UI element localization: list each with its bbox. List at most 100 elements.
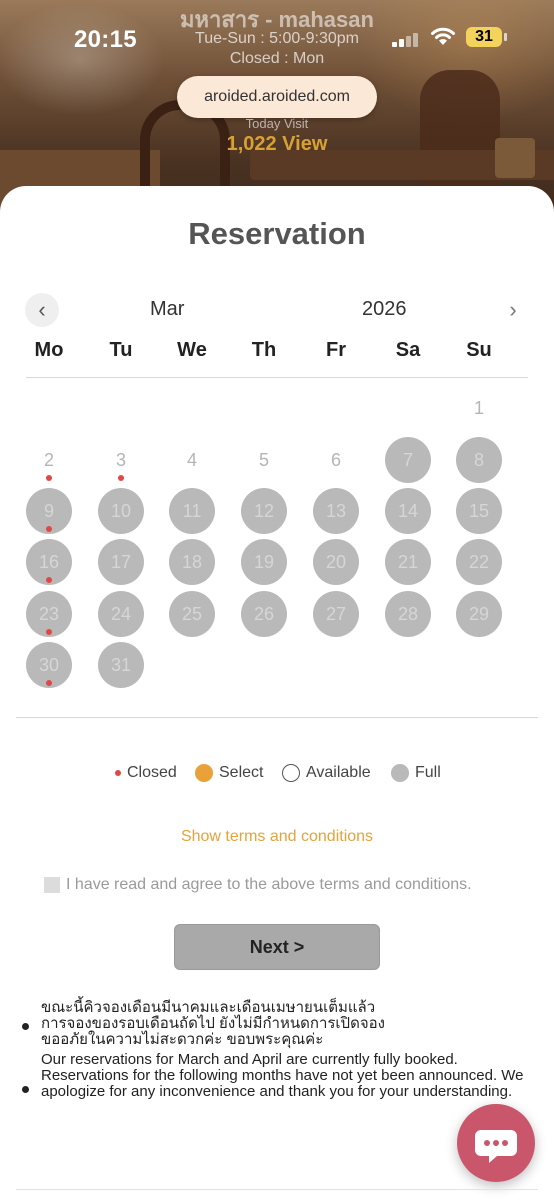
notice-thai-line: ขณะนี้คิวจองเดือนมีนาคมและเดือนเมษายนเต็…	[41, 999, 376, 1016]
calendar-day[interactable]: 19	[241, 539, 287, 585]
calendar-day[interactable]: 16	[26, 539, 72, 585]
chat-button[interactable]	[457, 1104, 535, 1182]
month-label: Mar	[150, 298, 185, 320]
calendar-day[interactable]: 7	[385, 437, 431, 483]
calendar-day[interactable]: 24	[98, 591, 144, 637]
calendar-day[interactable]: 18	[169, 539, 215, 585]
calendar-day-number: 16	[38, 552, 60, 572]
legend: Closed Select Available Full	[0, 764, 554, 786]
calendar-day-number: 4	[186, 450, 197, 470]
calendar-day[interactable]: 28	[385, 591, 431, 637]
legend-closed: Closed	[115, 764, 177, 782]
divider	[16, 717, 538, 718]
chevron-right-icon[interactable]: ›	[496, 293, 530, 327]
calendar-day-number: 25	[181, 604, 203, 624]
calendar-day-number: 2	[43, 450, 54, 470]
view-count: 1,022 View	[226, 133, 328, 155]
legend-full-label: Full	[415, 764, 441, 781]
calendar-day-number: 9	[43, 501, 54, 521]
calendar-day-number: 1	[473, 398, 484, 418]
notice-thai-text: ขณะนี้คิวจองเดือนมีนาคมและเดือนเมษายนเต็…	[41, 1000, 531, 1048]
calendar-day-number: 19	[253, 552, 275, 572]
notice-english-text: Our reservations for March and April are…	[41, 1051, 524, 1100]
calendar-day[interactable]: 8	[456, 437, 502, 483]
calendar-day[interactable]: 10	[98, 488, 144, 534]
wifi-icon	[431, 27, 455, 45]
legend-full: Full	[391, 764, 441, 782]
calendar-day[interactable]: 20	[313, 539, 359, 585]
calendar-day[interactable]: 12	[241, 488, 287, 534]
chevron-left-icon[interactable]: ‹	[25, 293, 59, 327]
weekday-label: Th	[251, 339, 277, 361]
calendar-day-number: 13	[325, 501, 347, 521]
closed-dot-icon	[46, 475, 52, 481]
calendar-day-number: 23	[38, 604, 60, 624]
page-title: Reservation	[188, 216, 366, 251]
calendar-day-number: 26	[253, 604, 275, 624]
closed-dot-icon	[46, 629, 52, 635]
calendar-day-number: 7	[402, 450, 413, 470]
bullet-icon	[22, 1023, 29, 1030]
calendar-day-number: 17	[110, 552, 132, 572]
calendar-day[interactable]: 26	[241, 591, 287, 637]
calendar-day[interactable]: 22	[456, 539, 502, 585]
calendar-day[interactable]: 5	[241, 437, 287, 483]
bullet-icon	[22, 1086, 29, 1093]
calendar-day[interactable]: 4	[169, 437, 215, 483]
divider	[26, 377, 528, 378]
red-dot-icon	[115, 770, 121, 776]
divider	[16, 1189, 538, 1190]
calendar-day[interactable]: 17	[98, 539, 144, 585]
calendar-day[interactable]: 29	[456, 591, 502, 637]
legend-select-label: Select	[219, 764, 264, 781]
closed-dot-icon	[46, 680, 52, 686]
calendar-day[interactable]: 30	[26, 642, 72, 688]
calendar-day[interactable]: 9	[26, 488, 72, 534]
url-pill[interactable]: aroided.aroided.com	[177, 76, 377, 118]
calendar-day-number: 27	[325, 604, 347, 624]
calendar-day-number: 15	[468, 501, 490, 521]
calendar-day[interactable]: 2	[26, 437, 72, 483]
calendar-day[interactable]: 31	[98, 642, 144, 688]
calendar-day-number: 3	[115, 450, 126, 470]
calendar-day-number: 12	[253, 501, 275, 521]
calendar-day[interactable]: 11	[169, 488, 215, 534]
calendar-day[interactable]: 1	[456, 385, 502, 431]
calendar-day[interactable]: 15	[456, 488, 502, 534]
status-bar-time: 20:15	[74, 26, 137, 53]
agree-terms-row[interactable]: I have read and agree to the above terms…	[44, 876, 472, 894]
orange-circle-icon	[195, 764, 213, 782]
calendar-day-number: 10	[110, 501, 132, 521]
show-terms-link[interactable]: Show terms and conditions	[0, 828, 554, 846]
calendar-day-number: 28	[397, 604, 419, 624]
calendar-day-number: 31	[110, 655, 132, 675]
calendar-day[interactable]: 3	[98, 437, 144, 483]
notice-thai: ขณะนี้คิวจองเดือนมีนาคมและเดือนเมษายนเต็…	[22, 1000, 532, 1054]
weekday-label: Tu	[109, 339, 133, 361]
weekday-label: We	[177, 339, 207, 361]
closed-dot-icon	[118, 475, 124, 481]
calendar-day[interactable]: 21	[385, 539, 431, 585]
calendar-day-number: 8	[473, 450, 484, 470]
chat-bubble-icon	[475, 1130, 517, 1163]
calendar-day-number: 11	[182, 501, 202, 521]
calendar-day-number: 6	[330, 450, 341, 470]
notice-thai-line: ขออภัยในความไม่สะดวกค่ะ ขอบพระคุณค่ะ	[41, 1031, 324, 1048]
weekday-label: Sa	[395, 339, 421, 361]
notice-thai-line: การจองของรอบเดือนถัดไป ยังไม่มีกำหนดการเ…	[41, 1015, 385, 1032]
calendar-day[interactable]: 14	[385, 488, 431, 534]
calendar-day-number: 29	[468, 604, 490, 624]
next-button[interactable]: Next >	[174, 924, 380, 970]
agree-checkbox[interactable]	[44, 877, 60, 893]
closed-dot-icon	[46, 526, 52, 532]
battery-cap	[504, 33, 507, 41]
calendar-day[interactable]: 23	[26, 591, 72, 637]
calendar-day[interactable]: 27	[313, 591, 359, 637]
calendar-day[interactable]: 6	[313, 437, 359, 483]
calendar-day[interactable]: 13	[313, 488, 359, 534]
legend-available: Available	[282, 764, 371, 782]
calendar-day[interactable]: 25	[169, 591, 215, 637]
weekday-label: Su	[466, 339, 492, 361]
grey-circle-icon	[391, 764, 409, 782]
calendar-day-number: 22	[468, 552, 490, 572]
